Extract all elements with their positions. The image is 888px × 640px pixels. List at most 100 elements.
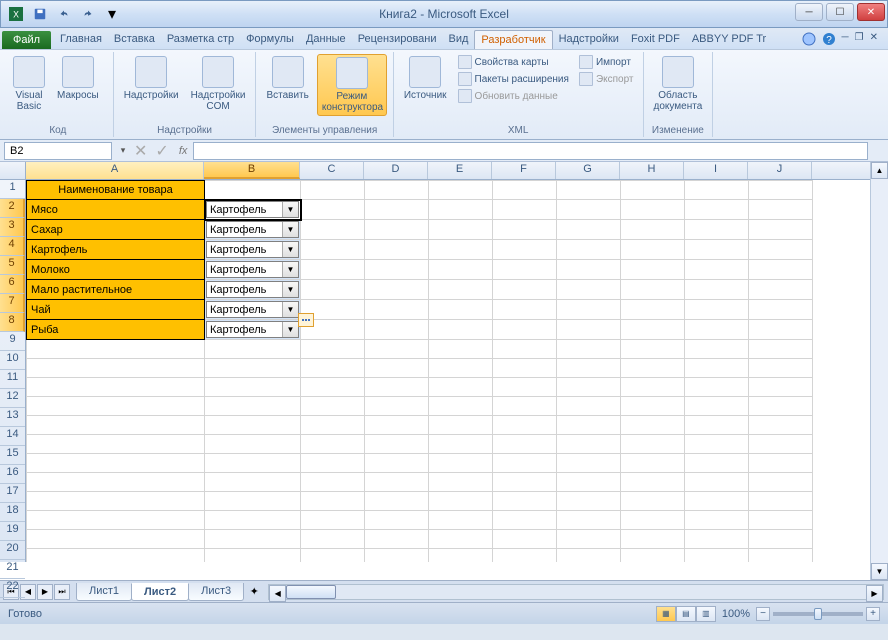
row-header[interactable]: 21 — [0, 560, 25, 579]
cell[interactable] — [205, 340, 301, 359]
minimize-ribbon-icon[interactable] — [802, 32, 816, 46]
cell[interactable] — [685, 530, 749, 549]
cell[interactable] — [749, 181, 813, 200]
zoom-thumb[interactable] — [814, 608, 822, 620]
cell[interactable] — [27, 473, 205, 492]
autofill-options-icon[interactable] — [298, 313, 314, 327]
cell[interactable] — [429, 240, 493, 260]
cell[interactable]: Картофель▼ — [205, 220, 301, 240]
tab-last-icon[interactable]: ⏭ — [54, 584, 70, 600]
ribbon-tab[interactable]: Главная — [54, 30, 108, 49]
cell[interactable] — [205, 492, 301, 511]
cell[interactable] — [301, 511, 365, 530]
cell[interactable] — [365, 511, 429, 530]
cell[interactable] — [429, 260, 493, 280]
row-header[interactable]: 5 — [0, 256, 25, 275]
excel-icon[interactable]: X — [5, 3, 27, 25]
cell[interactable] — [621, 181, 685, 200]
vertical-scrollbar[interactable]: ▲ ▼ — [870, 162, 888, 580]
cell[interactable] — [557, 378, 621, 397]
row-header[interactable]: 3 — [0, 218, 25, 237]
undo-icon[interactable] — [53, 3, 75, 25]
cell[interactable]: Картофель — [27, 240, 205, 260]
new-sheet-icon[interactable]: ✦ — [244, 585, 264, 598]
cell[interactable] — [205, 435, 301, 454]
combobox-dropdown-icon[interactable]: ▼ — [282, 202, 298, 217]
scroll-left-icon[interactable]: ◀ — [269, 585, 286, 602]
cell[interactable] — [205, 530, 301, 549]
cell[interactable] — [205, 454, 301, 473]
row-header[interactable]: 10 — [0, 351, 25, 370]
select-all-corner[interactable] — [0, 162, 26, 180]
cell[interactable] — [365, 397, 429, 416]
sheet-tab[interactable]: Лист3 — [188, 583, 244, 601]
zoom-slider[interactable] — [773, 612, 863, 616]
cell[interactable] — [685, 454, 749, 473]
name-box[interactable]: B2 — [4, 142, 112, 160]
ribbon-tab[interactable]: Разработчик — [474, 30, 552, 49]
cell[interactable] — [429, 378, 493, 397]
cell[interactable] — [205, 473, 301, 492]
horizontal-scrollbar[interactable]: ◀ ▶ — [268, 584, 884, 600]
row-header[interactable]: 15 — [0, 446, 25, 465]
fx-button[interactable]: fx — [173, 145, 194, 157]
cell[interactable] — [749, 397, 813, 416]
cell[interactable] — [685, 340, 749, 359]
row-header[interactable]: 19 — [0, 522, 25, 541]
cell[interactable] — [749, 320, 813, 340]
cell[interactable] — [621, 320, 685, 340]
cell[interactable] — [493, 280, 557, 300]
cell[interactable] — [685, 397, 749, 416]
cell[interactable] — [749, 454, 813, 473]
cell[interactable] — [493, 300, 557, 320]
scroll-right-icon[interactable]: ▶ — [866, 585, 883, 602]
column-header[interactable]: B — [204, 162, 300, 179]
cell[interactable] — [365, 300, 429, 320]
cell[interactable] — [749, 378, 813, 397]
cell[interactable]: Сахар — [27, 220, 205, 240]
cell[interactable] — [205, 511, 301, 530]
cell[interactable] — [685, 473, 749, 492]
row-header[interactable]: 17 — [0, 484, 25, 503]
formula-bar[interactable] — [193, 142, 868, 160]
sheet-tab[interactable]: Лист2 — [131, 583, 189, 601]
cell[interactable] — [301, 240, 365, 260]
cell[interactable] — [205, 181, 301, 200]
cell[interactable] — [749, 240, 813, 260]
cell[interactable] — [685, 220, 749, 240]
redo-icon[interactable] — [77, 3, 99, 25]
cell[interactable] — [365, 320, 429, 340]
cell[interactable] — [27, 378, 205, 397]
cell[interactable] — [493, 340, 557, 359]
name-box-dropdown-icon[interactable]: ▾ — [116, 140, 130, 161]
cell[interactable] — [27, 435, 205, 454]
ribbon-button[interactable]: Макросы — [53, 54, 103, 103]
cell[interactable] — [621, 435, 685, 454]
row-header[interactable]: 1 — [0, 180, 25, 199]
cell[interactable] — [685, 435, 749, 454]
ribbon-tab[interactable]: Формулы — [240, 30, 300, 49]
combobox-dropdown-icon[interactable]: ▼ — [282, 262, 298, 277]
ribbon-tab[interactable]: ABBYY PDF Tr — [686, 30, 772, 49]
row-header[interactable]: 6 — [0, 275, 25, 294]
cell[interactable] — [621, 530, 685, 549]
cell[interactable] — [621, 240, 685, 260]
cell[interactable] — [493, 378, 557, 397]
save-icon[interactable] — [29, 3, 51, 25]
zoom-in-button[interactable]: + — [866, 607, 880, 621]
cell[interactable] — [365, 530, 429, 549]
cell[interactable] — [749, 359, 813, 378]
row-header[interactable]: 16 — [0, 465, 25, 484]
cell[interactable] — [685, 300, 749, 320]
column-header[interactable]: I — [684, 162, 748, 179]
cell[interactable] — [493, 473, 557, 492]
cell[interactable] — [301, 181, 365, 200]
sheet-tab[interactable]: Лист1 — [76, 583, 132, 601]
cell[interactable] — [685, 359, 749, 378]
cell[interactable] — [27, 340, 205, 359]
column-header[interactable]: F — [492, 162, 556, 179]
cell[interactable] — [685, 260, 749, 280]
cell[interactable] — [621, 280, 685, 300]
cell[interactable] — [429, 280, 493, 300]
cell[interactable] — [301, 260, 365, 280]
